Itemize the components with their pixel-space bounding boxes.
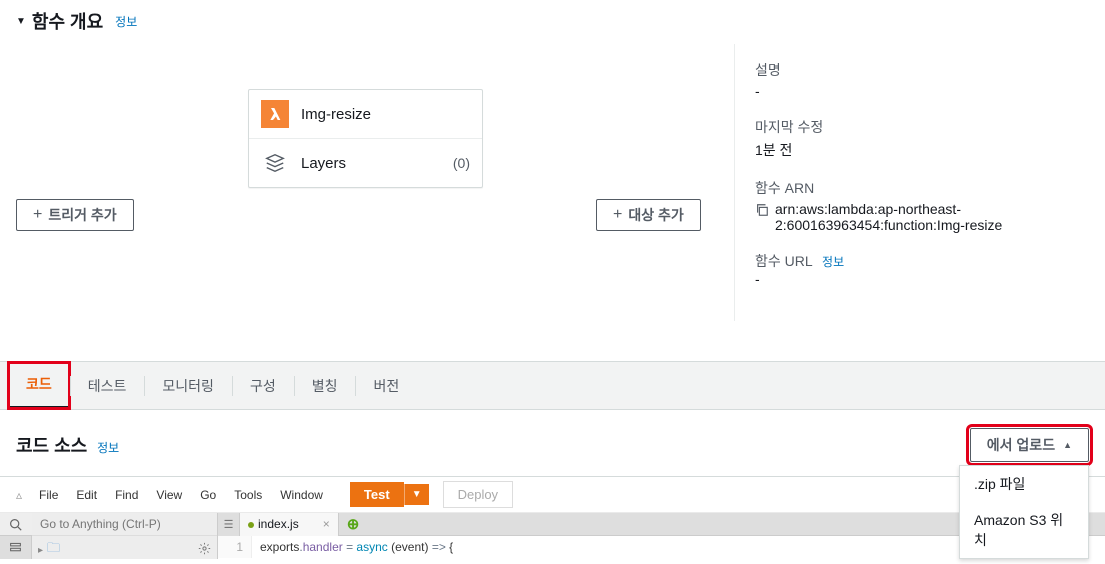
gear-icon[interactable] — [198, 542, 211, 558]
upload-from-menu: .zip 파일 Amazon S3 위치 — [959, 465, 1089, 559]
editor-file-tab[interactable]: index.js × — [240, 513, 339, 536]
lambda-icon — [261, 100, 289, 128]
function-designer: Img-resize Layers (0) + 트리거 추가 + 대상 추가 — [16, 44, 734, 321]
collapse-panel-icon[interactable]: ▵ — [8, 484, 30, 506]
editor-env-tab[interactable]: ☰ — [218, 513, 240, 536]
ide-menu-view[interactable]: View — [147, 484, 191, 506]
add-trigger-label: 트리거 추가 — [48, 205, 116, 225]
upload-from-button[interactable]: 에서 업로드 ▲ — [970, 428, 1089, 462]
close-tab-icon[interactable]: × — [323, 517, 330, 531]
goto-anything-input[interactable] — [32, 513, 217, 535]
upload-dropdown-area: 에서 업로드 ▲ .zip 파일 Amazon S3 위치 — [970, 428, 1089, 462]
tab-monitoring[interactable]: 모니터링 — [144, 364, 232, 408]
description-value: - — [755, 83, 1089, 99]
description-label: 설명 — [755, 60, 1089, 80]
function-box[interactable]: Img-resize Layers (0) — [248, 89, 483, 188]
ide-test-button[interactable]: Test — [350, 482, 404, 507]
new-tab-button[interactable]: ⊕ — [339, 515, 368, 533]
arn-value-row: arn:aws:lambda:ap-northeast-2:6001639634… — [755, 201, 1089, 233]
code-source-info-link[interactable]: 정보 — [97, 441, 119, 455]
plus-icon: + — [33, 210, 42, 220]
ide-menu-tools[interactable]: Tools — [225, 484, 271, 506]
overview-info-link[interactable]: 정보 — [115, 13, 137, 30]
function-url-label: 함수 URL — [755, 253, 812, 269]
search-icon[interactable] — [0, 513, 32, 536]
main-tabs: 코드 테스트 모니터링 구성 별칭 버전 — [0, 361, 1105, 410]
ide-menu-go[interactable]: Go — [191, 484, 225, 506]
function-url-value: - — [755, 271, 1089, 287]
add-target-wrap: + 대상 추가 — [596, 199, 701, 231]
plus-icon: + — [613, 210, 622, 220]
function-overview-header: ▼ 함수 개요 정보 — [0, 0, 1105, 44]
editor-file-tab-label: index.js — [258, 517, 299, 531]
tab-aliases[interactable]: 별칭 — [294, 364, 356, 408]
ide-menu-window[interactable]: Window — [271, 484, 332, 506]
tab-versions[interactable]: 버전 — [355, 364, 417, 408]
code-source-header: 코드 소스 정보 에서 업로드 ▲ .zip 파일 Amazon S3 위치 — [0, 410, 1105, 476]
environment-icon[interactable] — [0, 536, 32, 559]
upload-from-label: 에서 업로드 — [987, 435, 1055, 455]
ide-menu-find[interactable]: Find — [106, 484, 147, 506]
function-name-label: Img-resize — [301, 106, 470, 123]
ide-deploy-button[interactable]: Deploy — [443, 481, 513, 508]
file-tree-root[interactable]: ▸ 🗀 — [32, 536, 217, 564]
last-modified-value: 1분 전 — [755, 140, 1089, 160]
tab-code[interactable]: 코드 — [8, 362, 70, 409]
collapse-triangle-icon[interactable]: ▼ — [16, 16, 26, 27]
triangle-up-icon: ▲ — [1063, 440, 1072, 450]
line-number: 1 — [218, 536, 252, 558]
goto-anything-bar — [32, 513, 217, 536]
layers-icon — [261, 149, 289, 177]
tab-test[interactable]: 테스트 — [70, 364, 145, 408]
ide-menu-file[interactable]: File — [30, 484, 67, 506]
copy-icon[interactable] — [755, 203, 769, 217]
add-target-button[interactable]: + 대상 추가 — [596, 199, 701, 231]
last-modified-label: 마지막 수정 — [755, 117, 1089, 137]
function-overview-body: Img-resize Layers (0) + 트리거 추가 + 대상 추가 — [0, 44, 1105, 361]
add-target-label: 대상 추가 — [628, 205, 683, 225]
function-url-info-link[interactable]: 정보 — [822, 255, 844, 269]
ide-test-dropdown[interactable]: ▼ — [404, 484, 429, 505]
ide-menu-edit[interactable]: Edit — [67, 484, 106, 506]
tab-configuration[interactable]: 구성 — [232, 364, 294, 408]
ide-file-pane: ▸ 🗀 — [32, 513, 218, 559]
file-modified-dot-icon — [248, 522, 254, 528]
chevron-right-icon: ▸ — [38, 545, 43, 556]
layers-row[interactable]: Layers (0) — [249, 138, 482, 187]
function-name-row[interactable]: Img-resize — [249, 90, 482, 138]
function-meta-panel: 설명 - 마지막 수정 1분 전 함수 ARN arn:aws:lambda:a… — [734, 44, 1089, 321]
add-trigger-wrap: + 트리거 추가 — [16, 199, 134, 231]
add-trigger-button[interactable]: + 트리거 추가 — [16, 199, 134, 231]
ide-menubar: ▵ File Edit Find View Go Tools Window Te… — [0, 477, 1105, 513]
arn-label: 함수 ARN — [755, 178, 1089, 198]
upload-s3-option[interactable]: Amazon S3 위치 — [960, 502, 1088, 558]
layers-count: (0) — [453, 155, 470, 171]
ide-left-rail — [0, 513, 32, 559]
layers-label: Layers — [301, 155, 441, 172]
upload-zip-option[interactable]: .zip 파일 — [960, 466, 1088, 502]
arn-value: arn:aws:lambda:ap-northeast-2:6001639634… — [775, 201, 1089, 233]
code-editor: ▵ File Edit Find View Go Tools Window Te… — [0, 476, 1105, 559]
code-source-title: 코드 소스 — [16, 436, 87, 456]
function-overview-title: 함수 개요 — [32, 8, 103, 34]
ide-body: ▸ 🗀 ☰ index.js × ⊕ 1 exports.ha — [0, 513, 1105, 559]
